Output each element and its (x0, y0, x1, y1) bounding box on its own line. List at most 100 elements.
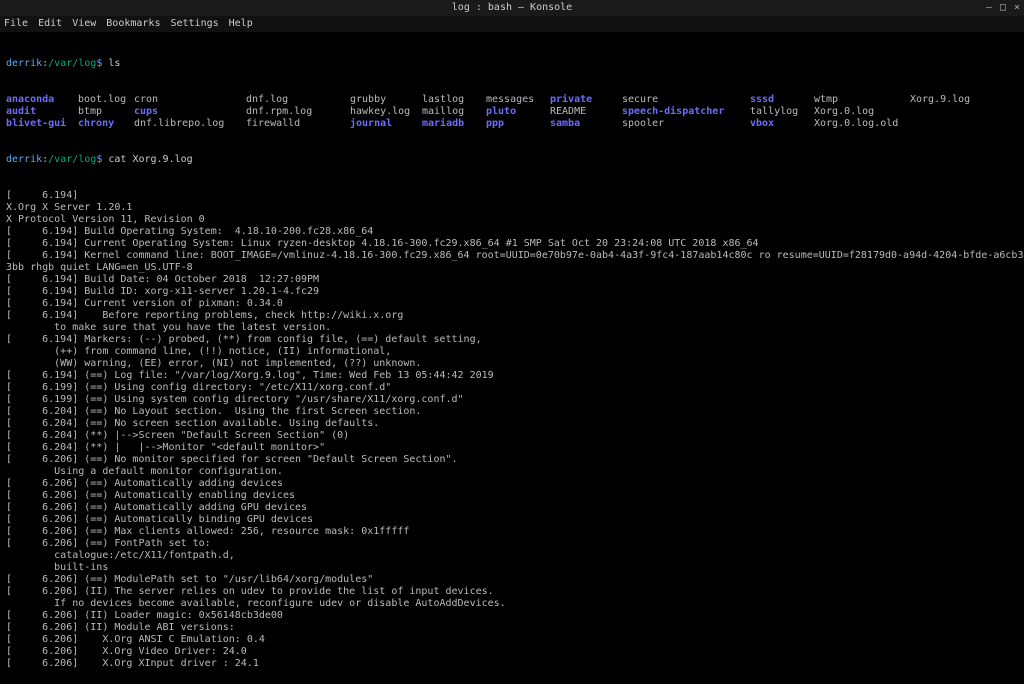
log-line: built-ins (6, 562, 1018, 574)
ls-entry: sssd (750, 94, 814, 106)
log-line: [ 6.194] Markers: (--) probed, (**) from… (6, 334, 1018, 346)
prompt-line-1: derrik:/var/log$ ls (6, 58, 1018, 70)
log-line: 3bb rhgb quiet LANG=en_US.UTF-8 (6, 262, 1018, 274)
ls-entry: ppp (486, 118, 550, 130)
ls-entry: boot.log (78, 94, 134, 106)
menu-bookmarks[interactable]: Bookmarks (106, 18, 160, 30)
log-line: X.Org X Server 1.20.1 (6, 202, 1018, 214)
log-line: [ 6.194] Kernel command line: BOOT_IMAGE… (6, 250, 1018, 262)
log-line: [ 6.206] (==) Automatically enabling dev… (6, 490, 1018, 502)
log-line: [ 6.206] (==) Max clients allowed: 256, … (6, 526, 1018, 538)
window-title: log : bash — Konsole (452, 2, 572, 14)
log-line: [ 6.194] Current version of pixman: 0.34… (6, 298, 1018, 310)
ls-entry: spooler (622, 118, 750, 130)
prompt-path: /var/log (48, 58, 96, 69)
menu-help[interactable]: Help (229, 18, 253, 30)
menu-file[interactable]: File (4, 18, 28, 30)
prompt-user: derrik (6, 154, 42, 165)
terminal[interactable]: derrik:/var/log$ ls anacondaboot.logcron… (0, 32, 1024, 684)
ls-entry: mariadb (422, 118, 486, 130)
ls-entry: hawkey.log (350, 106, 422, 118)
ls-entry: messages (486, 94, 550, 106)
log-line: [ 6.204] (**) | |-->Monitor "<default mo… (6, 442, 1018, 454)
log-line: [ 6.206] X.Org ANSI C Emulation: 0.4 (6, 634, 1018, 646)
log-line: [ 6.204] (**) |-->Screen "Default Screen… (6, 430, 1018, 442)
log-line: [ 6.194] Current Operating System: Linux… (6, 238, 1018, 250)
command-ls: ls (108, 58, 120, 69)
minimize-button[interactable]: — (986, 2, 992, 14)
log-line: [ 6.206] (==) Automatically adding devic… (6, 478, 1018, 490)
log-line: [ 6.206] (II) The server relies on udev … (6, 586, 1018, 598)
ls-entry: grubby (350, 94, 422, 106)
log-line: [ 6.194] Before reporting problems, chec… (6, 310, 1018, 322)
ls-entry: Xorg.9.log (910, 94, 1006, 106)
log-line: [ 6.204] (==) No Layout section. Using t… (6, 406, 1018, 418)
ls-output: anacondaboot.logcrondnf.loggrubbylastlog… (6, 94, 1018, 130)
log-line: [ 6.206] (II) Loader magic: 0x56148cb3de… (6, 610, 1018, 622)
log-line: If no devices become available, reconfig… (6, 598, 1018, 610)
log-line: X Protocol Version 11, Revision 0 (6, 214, 1018, 226)
log-line: (WW) warning, (EE) error, (NI) not imple… (6, 358, 1018, 370)
ls-entry: maillog (422, 106, 486, 118)
ls-entry: journal (350, 118, 422, 130)
ls-entry: Xorg.0.log (814, 106, 910, 118)
prompt-end: $ (96, 154, 108, 165)
menu-edit[interactable]: Edit (38, 18, 62, 30)
ls-entry: lastlog (422, 94, 486, 106)
ls-entry: audit (6, 106, 78, 118)
log-line: [ 6.206] (==) No monitor specified for s… (6, 454, 1018, 466)
ls-entry: pluto (486, 106, 550, 118)
menubar: File Edit View Bookmarks Settings Help (0, 16, 1024, 32)
log-line: [ 6.206] X.Org XInput driver : 24.1 (6, 658, 1018, 670)
log-line: [ 6.194] Build Date: 04 October 2018 12:… (6, 274, 1018, 286)
window-controls: — □ × (986, 2, 1020, 14)
ls-entry: Xorg.0.log.old (814, 118, 910, 130)
ls-entry: btmp (78, 106, 134, 118)
log-output: [ 6.194]X.Org X Server 1.20.1X Protocol … (6, 190, 1018, 670)
ls-entry: vbox (750, 118, 814, 130)
ls-entry: dnf.librepo.log (134, 118, 246, 130)
prompt-user: derrik (6, 58, 42, 69)
ls-entry (910, 118, 1006, 130)
log-line: [ 6.206] (==) ModulePath set to "/usr/li… (6, 574, 1018, 586)
prompt-line-2: derrik:/var/log$ cat Xorg.9.log (6, 154, 1018, 166)
ls-entry: cups (134, 106, 246, 118)
log-line: [ 6.206] (==) Automatically adding GPU d… (6, 502, 1018, 514)
ls-entry: dnf.rpm.log (246, 106, 350, 118)
prompt-path: /var/log (48, 154, 96, 165)
ls-entry: wtmp (814, 94, 910, 106)
ls-entry: blivet-gui (6, 118, 78, 130)
menu-settings[interactable]: Settings (170, 18, 218, 30)
ls-entry: private (550, 94, 622, 106)
log-line: [ 6.199] (==) Using config directory: "/… (6, 382, 1018, 394)
ls-entry: anaconda (6, 94, 78, 106)
ls-entry (910, 106, 1006, 118)
log-line: [ 6.206] (==) FontPath set to: (6, 538, 1018, 550)
log-line: [ 6.199] (==) Using system config direct… (6, 394, 1018, 406)
close-button[interactable]: × (1014, 2, 1020, 14)
log-line: Using a default monitor configuration. (6, 466, 1018, 478)
command-cat: cat Xorg.9.log (108, 154, 192, 165)
ls-entry: README (550, 106, 622, 118)
ls-entry: speech-dispatcher (622, 106, 750, 118)
titlebar: log : bash — Konsole — □ × (0, 0, 1024, 16)
menu-view[interactable]: View (72, 18, 96, 30)
log-line: [ 6.206] (II) Module ABI versions: (6, 622, 1018, 634)
log-line: [ 6.194] (6, 190, 1018, 202)
log-line: [ 6.194] Build ID: xorg-x11-server 1.20.… (6, 286, 1018, 298)
log-line: to make sure that you have the latest ve… (6, 322, 1018, 334)
log-line: [ 6.206] X.Org Video Driver: 24.0 (6, 646, 1018, 658)
prompt-end: $ (96, 58, 108, 69)
log-line: catalogue:/etc/X11/fontpath.d, (6, 550, 1018, 562)
ls-entry: dnf.log (246, 94, 350, 106)
ls-entry: firewalld (246, 118, 350, 130)
log-line: (++) from command line, (!!) notice, (II… (6, 346, 1018, 358)
ls-entry: tallylog (750, 106, 814, 118)
maximize-button[interactable]: □ (1000, 2, 1006, 14)
ls-entry: samba (550, 118, 622, 130)
ls-entry: cron (134, 94, 246, 106)
log-line: [ 6.194] (==) Log file: "/var/log/Xorg.9… (6, 370, 1018, 382)
ls-entry: secure (622, 94, 750, 106)
log-line: [ 6.204] (==) No screen section availabl… (6, 418, 1018, 430)
ls-entry: chrony (78, 118, 134, 130)
